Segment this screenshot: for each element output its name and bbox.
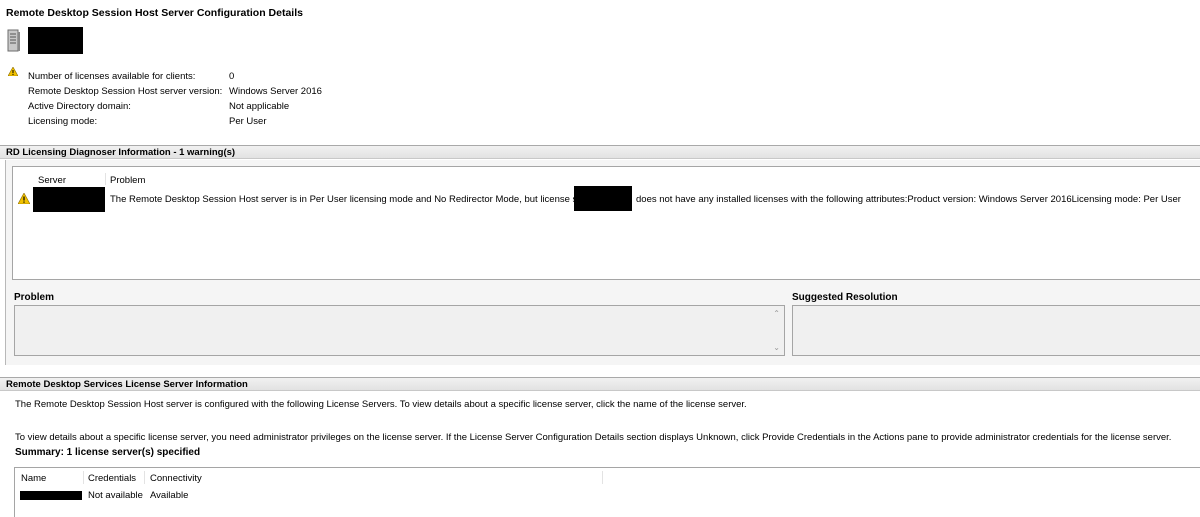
license-server-description-2: To view details about a specific license…: [15, 432, 1172, 443]
diagnoser-warning-list[interactable]: Server Problem The Remote Desktop Sessio…: [12, 166, 1200, 280]
info-value-version: Windows Server 2016: [229, 86, 322, 97]
redacted-server-name: [28, 27, 83, 54]
row-connectivity: Available: [150, 490, 189, 501]
column-header-problem[interactable]: Problem: [110, 175, 145, 186]
license-server-list[interactable]: Name Credentials Connectivity Not availa…: [14, 467, 1200, 517]
scroll-down-icon[interactable]: ⌄: [773, 343, 780, 352]
column-header-credentials[interactable]: Credentials: [88, 473, 136, 484]
column-header-connectivity[interactable]: Connectivity: [150, 473, 202, 484]
info-value-ad-domain: Not applicable: [229, 101, 290, 112]
diagnoser-section-header: RD Licensing Diagnoser Information - 1 w…: [0, 145, 1200, 159]
scroll-up-icon[interactable]: ⌃: [773, 309, 780, 318]
problem-textbox[interactable]: ⌃ ⌄: [14, 305, 785, 356]
info-value-licensing-mode: Per User: [229, 116, 267, 127]
page-title: Remote Desktop Session Host Server Confi…: [6, 7, 303, 19]
redacted-license-server: [574, 186, 632, 211]
server-icon: [7, 29, 20, 52]
column-header-name[interactable]: Name: [21, 473, 46, 484]
row-credentials: Not available: [88, 490, 143, 501]
info-label-version: Remote Desktop Session Host server versi…: [28, 86, 223, 97]
problem-label: Problem: [14, 292, 55, 303]
redacted-license-server-name: [20, 491, 82, 500]
info-label-licensing-mode: Licensing mode:: [28, 116, 98, 127]
license-server-summary: Summary: 1 license server(s) specified: [15, 447, 201, 458]
redacted-server: [33, 187, 105, 212]
warning-icon: [8, 67, 18, 76]
warning-text-after: does not have any installed licenses wit…: [636, 194, 1181, 205]
column-header-server[interactable]: Server: [38, 175, 66, 186]
info-label-ad-domain: Active Directory domain:: [28, 101, 131, 112]
warning-text-before: The Remote Desktop Session Host server i…: [110, 194, 599, 205]
license-server-description-1: The Remote Desktop Session Host server i…: [15, 399, 747, 410]
license-server-section-header: Remote Desktop Services License Server I…: [0, 377, 1200, 391]
suggested-resolution-label: Suggested Resolution: [792, 292, 898, 303]
info-label-licenses: Number of licenses available for clients…: [28, 71, 196, 82]
warning-icon: [18, 193, 30, 204]
info-value-licenses: 0: [229, 71, 235, 82]
diagnoser-panel: Server Problem The Remote Desktop Sessio…: [5, 160, 1200, 365]
resolution-textbox[interactable]: [792, 305, 1200, 356]
